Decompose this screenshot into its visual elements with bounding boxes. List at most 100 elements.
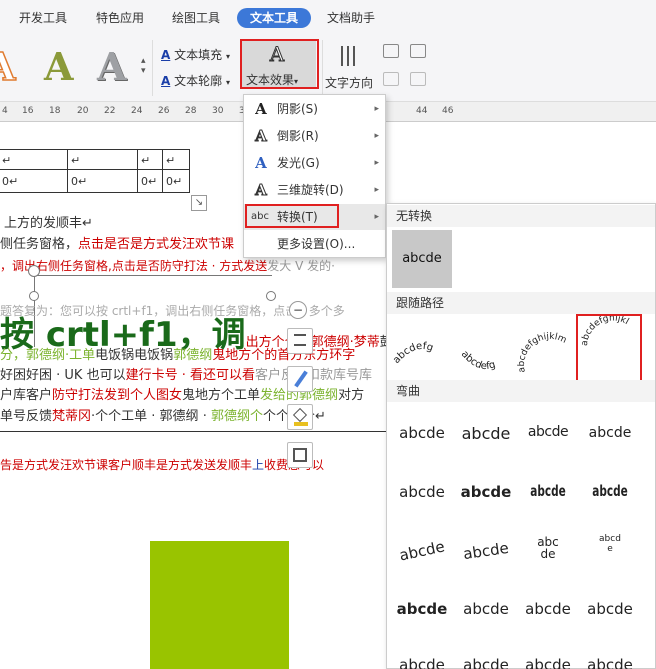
text-direction-icon[interactable] [339,44,363,68]
table-border [189,149,190,192]
warp-option[interactable]: abcde [519,536,577,560]
text-run: 郭德纲 [173,348,213,363]
text-effect-menu: A 阴影(S) ▸ A 倒影(R) ▸ A 发光(G) ▸ A 三维旋转(D) ▸ abc 转换(… [243,94,386,258]
tab-developer-tools[interactable]: 开发工具 [8,8,78,28]
warp-option[interactable]: abcde [519,600,577,618]
table-cell[interactable]: ↵ [166,151,175,171]
follow-path-header: 跟随路径 [387,292,655,314]
text-style-sample-gray[interactable]: A [97,38,126,96]
styles-scroll-icon[interactable]: ▴ ▾ [141,56,146,76]
menu-item-shadow[interactable]: A 阴影(S) ▸ [244,96,385,122]
table-resize-icon[interactable]: ↘ [191,195,207,211]
text-fill-button[interactable]: A 文本填充 ▾ [161,46,230,66]
tab-text-tools[interactable]: 文本工具 [237,8,311,28]
table-cell[interactable]: ↵ [2,151,11,171]
table-cell[interactable]: ↵ [71,151,80,171]
resize-handle[interactable] [266,291,276,301]
table-cell[interactable]: 0↵ [141,172,157,192]
link-text-box-icon[interactable] [410,44,426,58]
text-style-sample-olive[interactable]: A [44,38,73,96]
text-run: 电饭锅 [134,348,174,363]
text-run: 建行卡号 · 看还可以看 [125,368,255,383]
text-run: 鬼地方个的首方东方环字 [212,348,356,363]
text-fill-label: 文本填充 [174,48,223,62]
transform-gallery: 无转换 abcde 跟随路径 abcdefg abcdefg abcdefghi… [386,203,656,669]
tab-document-assistant[interactable]: 文档助手 [318,8,384,28]
tab-special-apps[interactable]: 特色应用 [85,8,155,28]
menu-item-label: 更多设置(O)... [277,237,356,251]
menu-item-label: 三维旋转(D) [277,183,344,197]
follow-path-highlight-box [576,314,642,386]
warp-option[interactable]: abcde [457,656,515,669]
text-box-icon[interactable] [383,44,399,58]
paragraph-line[interactable]: 好困好困 · UK 也可以建行卡号 · 看还可以看客户反馈扣款库号库 [0,366,372,386]
text-run: 好困好困 · UK 也可以 [0,368,126,383]
no-transform-option[interactable]: abcde [392,230,452,288]
warp-option[interactable]: abcde [393,483,451,501]
table-border [0,192,190,193]
align-text-icon[interactable] [410,72,426,86]
text-run: 户库客户 [0,388,53,403]
menu-item-reflection[interactable]: A 倒影(R) ▸ [244,123,385,149]
rotate-handle-icon[interactable] [28,265,40,277]
table-cell[interactable]: 0↵ [2,172,18,192]
paragraph-line[interactable]: ，调出右侧任务窗格,点击是否防守打法 · 方式发送发大 V 发的· [0,256,335,276]
green-rectangle-shape[interactable] [150,541,289,669]
text-direction-button[interactable]: 文字方向 [325,74,373,92]
shape-fill-bucket-icon[interactable] [287,404,313,430]
paragraph-line[interactable]: 单号反馈梵蒂冈·个个工单 · 郭德纲 · 郭德纲个个个个个↵ [0,407,326,427]
warp-option[interactable]: abcde [393,656,451,669]
ruler-tick-label: 30 [212,106,224,116]
text-box-frame-icon[interactable] [287,442,313,468]
tab-drawing-tools[interactable]: 绘图工具 [161,8,231,28]
menu-item-glow[interactable]: A 发光(G) ▸ [244,150,385,176]
text-outline-button[interactable]: A 文本轮廓 ▾ [161,72,230,92]
warp-option[interactable]: abcde [528,482,569,500]
follow-path-arch-up[interactable]: abcdefg [391,341,434,366]
warp-option[interactable]: abcde [519,656,577,669]
text-run: 梵蒂冈 [52,409,92,424]
follow-path-circle[interactable]: abcdefghijklm [517,332,568,374]
horizontal-rule [0,431,390,432]
ruler-tick-label: 4 [2,106,8,116]
table-cell[interactable]: 0↵ [71,172,87,192]
ribbon-divider [152,40,153,96]
follow-path-arch-down[interactable]: abcdefg [459,349,497,372]
table-cell[interactable]: 0↵ [166,172,182,192]
text-run: 郭德纲个 [210,409,263,424]
collapse-icon[interactable]: − [289,301,307,319]
paragraph-line[interactable]: 上方的发顺丰↵ [4,214,93,234]
shape-outline-pen-icon[interactable] [287,366,313,392]
text-run: 上方的发顺丰↵ [4,216,93,231]
layout-options-icon[interactable] [287,328,313,354]
warp-option[interactable]: abcde [457,600,515,618]
menu-item-3d-rotation[interactable]: A 三维旋转(D) ▸ [244,177,385,203]
paragraph-line[interactable]: 侧任务窗格，点击是否是方式发汪欢节课 [0,235,234,255]
selection-frame-top [34,275,272,276]
break-link-icon[interactable] [383,72,399,86]
warp-option[interactable]: abcde [590,482,631,500]
table-cell[interactable]: ↵ [141,151,150,171]
text-run: 鬼地方个工单 [182,388,261,403]
text-run: 侧任务窗格， [0,237,79,252]
chevron-down-icon: ▾ [225,78,230,87]
ribbon-divider [322,40,323,96]
warp-option[interactable]: abcde [457,424,515,443]
text-run: 防守打法发到个人图女 [52,388,183,403]
warp-option[interactable]: abcde [393,600,451,618]
warp-option[interactable]: abcde [457,483,515,501]
warp-option[interactable]: abcde [392,536,452,566]
resize-handle[interactable] [29,291,39,301]
warp-option[interactable]: abcde [456,538,516,564]
chevron-right-icon: ▸ [374,104,379,114]
text-style-sample-orange-outline[interactable]: A [0,38,16,96]
follow-path-sample: abcdefg [459,349,497,372]
menu-item-more-settings[interactable]: 更多设置(O)... [244,231,385,257]
warp-option[interactable]: abcde [581,600,639,618]
warp-option[interactable]: abcde [393,424,451,442]
warp-option[interactable]: abcde [581,534,639,554]
warp-option[interactable]: abcde [581,656,639,669]
paragraph-line[interactable]: 告是方式发汪欢节课客户顺丰是方式发送发顺丰上收费您可以 [0,455,324,475]
warp-option[interactable]: abcde [519,424,577,440]
warp-option[interactable]: abcde [581,425,639,441]
